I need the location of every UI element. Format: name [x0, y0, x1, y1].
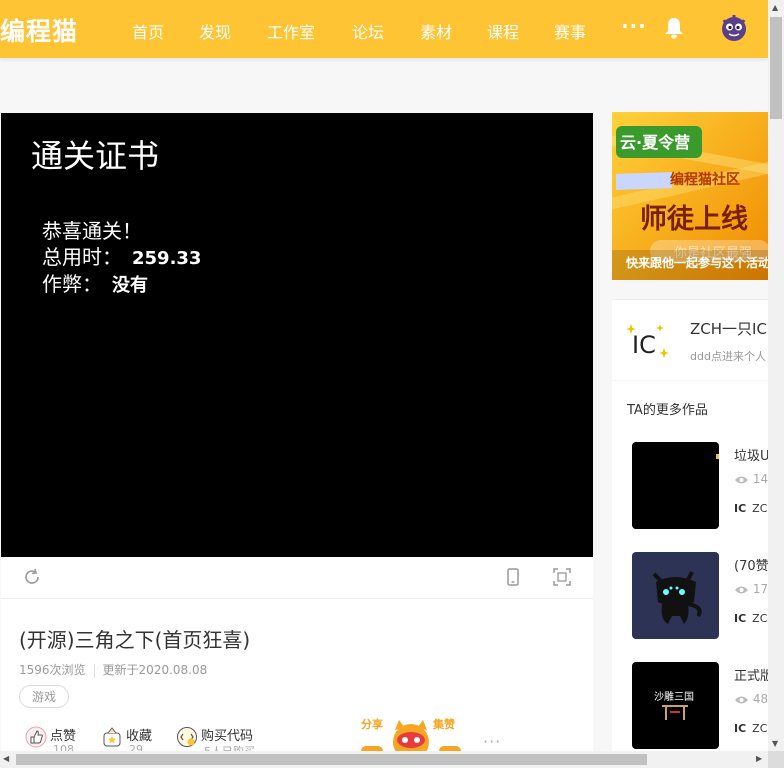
update-date: 更新于2020.08.08	[102, 663, 208, 677]
site-logo[interactable]: 编程猫	[0, 12, 78, 48]
work-thumb-3[interactable]: 沙雕三国	[632, 662, 719, 749]
work-meta: 1596次浏览 更新于2020.08.08	[19, 661, 207, 678]
like-button[interactable]: 点赞 108	[25, 725, 77, 756]
banner-headline: 师徒上线	[640, 204, 748, 235]
author-card[interactable]: IC ZCH一只IC ddd点进来个人	[612, 299, 768, 380]
time-label: 总用时：	[42, 245, 122, 269]
author-desc: ddd点进来个人	[690, 350, 766, 363]
player-controls	[1, 557, 593, 599]
collect-icon	[103, 726, 121, 746]
work-name-2[interactable]: (70赞	[734, 555, 769, 574]
nav-studio[interactable]: 工作室	[267, 19, 315, 43]
cheat-value: 没有	[112, 275, 148, 296]
monster-avatar-icon	[722, 15, 746, 41]
nav-discover[interactable]: 发现	[199, 19, 231, 43]
work-views-1: 14	[734, 472, 768, 486]
mobile-icon[interactable]	[504, 568, 522, 586]
work-thumb-1[interactable]	[632, 442, 719, 529]
scroll-up-icon[interactable]: ▲	[772, 3, 778, 12]
buy-code-button[interactable]: 购买代码 5人已购买	[176, 725, 255, 758]
more-works-panel: TA的更多作品 垃圾U 14 ICZC (70赞 17 ICZC 沙雕三国	[612, 381, 773, 761]
bell-icon[interactable]	[664, 17, 684, 39]
nav-events[interactable]: 赛事	[554, 19, 586, 43]
work-author-2[interactable]: IC ZC	[734, 612, 767, 625]
scroll-down-icon[interactable]: ▼	[772, 739, 778, 748]
author-avatar[interactable]: IC	[626, 320, 670, 364]
buy-code-icon	[177, 726, 197, 747]
robot-cat-thumb	[652, 571, 702, 624]
eye-icon	[735, 476, 748, 483]
banner-graphic: 云·夏令营 编程猫社区 师徒上线 你是社区最强 快来跟他一起参与这个活动	[612, 112, 768, 280]
work-views-2: 17	[734, 582, 768, 596]
scrollbar-corner	[768, 751, 784, 768]
nav-home[interactable]: 首页	[132, 19, 164, 43]
collect-label: 收藏	[126, 729, 153, 744]
view-count: 1596次浏览	[19, 663, 86, 677]
collect-button[interactable]: 收藏 29	[101, 725, 153, 756]
author-logo-text: IC	[632, 331, 656, 359]
buy-code-label: 购买代码	[201, 729, 254, 744]
work-info: (开源)三角之下(首页狂喜) 1596次浏览 更新于2020.08.08 游戏 点…	[1, 599, 593, 760]
vertical-scrollbar[interactable]: ▲ ▼	[768, 0, 784, 751]
banner-camp-text: 云·夏令营	[620, 133, 690, 152]
nav-materials[interactable]: 素材	[420, 19, 452, 43]
tag-game[interactable]: 游戏	[19, 685, 70, 708]
work-author-1[interactable]: IC ZC	[734, 502, 767, 515]
work-author-3[interactable]: IC ZC	[734, 722, 767, 735]
work-thumb-2[interactable]	[632, 552, 719, 639]
scroll-right-icon[interactable]: ▶	[756, 754, 762, 763]
share-mascot-icon: 分享 集赞	[361, 717, 461, 760]
cheat-label: 作弊：	[42, 272, 102, 296]
collect-praise-text: 集赞	[432, 717, 455, 731]
share-text: 分享	[361, 717, 383, 731]
eye-icon	[735, 586, 748, 593]
event-banner[interactable]: 云·夏令营 编程猫社区 师徒上线 你是社区最强 快来跟他一起参与这个活动	[612, 112, 768, 280]
like-icon	[25, 726, 47, 747]
author-name[interactable]: ZCH一只IC	[690, 318, 767, 339]
horizontal-scroll-thumb[interactable]	[16, 754, 647, 765]
three-kingdoms-thumb: 沙雕三国	[654, 690, 694, 720]
like-label: 点赞	[50, 729, 77, 744]
nav-courses[interactable]: 课程	[487, 19, 519, 43]
nav-more-button[interactable]: ···	[621, 14, 647, 38]
top-nav: 编程猫 首页 发现 工作室 论坛 素材 课程 赛事 ···	[0, 0, 768, 58]
congrats-text: 恭喜通关！	[42, 219, 142, 243]
scroll-left-icon[interactable]: ◀	[3, 754, 9, 763]
work-name-1[interactable]: 垃圾U	[734, 445, 770, 464]
share-collect-banner[interactable]: 分享 集赞	[359, 716, 463, 760]
time-value: 259.33	[132, 248, 202, 269]
nav-forum[interactable]: 论坛	[352, 19, 384, 43]
time-row: 总用时： 259.33	[42, 241, 201, 270]
game-stage[interactable]: 通关证书 恭喜通关！ 总用时： 259.33 作弊： 没有	[1, 113, 593, 557]
eye-icon	[735, 696, 748, 703]
vertical-scroll-thumb[interactable]	[770, 17, 782, 119]
user-avatar[interactable]	[718, 12, 750, 44]
fullscreen-icon[interactable]	[553, 568, 571, 586]
cheat-row: 作弊： 没有	[42, 268, 148, 297]
banner-caption: 快来跟他一起参与这个活动	[626, 255, 768, 270]
horizontal-scrollbar[interactable]: ◀ ▶	[0, 751, 768, 768]
work-title: (开源)三角之下(首页狂喜)	[19, 628, 251, 652]
thumb-title-text: 沙雕三国	[654, 690, 694, 703]
more-works-title: TA的更多作品	[627, 403, 708, 418]
restart-icon[interactable]	[23, 568, 41, 586]
banner-community-text: 编程猫社区	[670, 171, 740, 188]
more-options-button[interactable]: ···	[483, 732, 501, 751]
certificate-title: 通关证书	[31, 137, 160, 175]
work-views-3: 48	[734, 692, 768, 706]
